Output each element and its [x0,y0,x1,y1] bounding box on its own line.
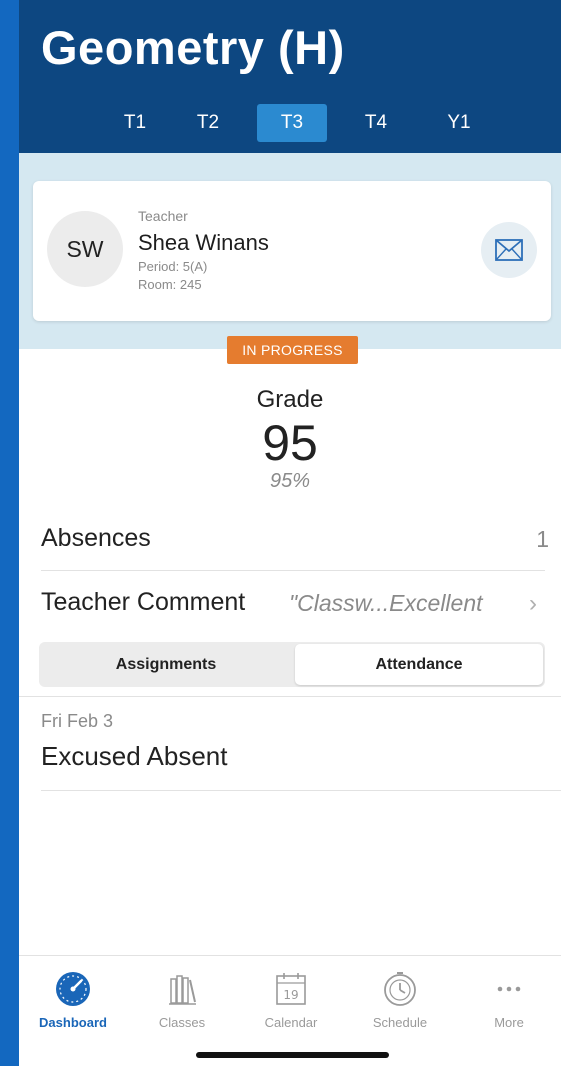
teacher-comment-preview[interactable]: "Classw...Excellent [289,590,521,617]
attendance-date: Fri Feb 3 [41,711,114,731]
teacher-avatar: SW [47,211,123,287]
app-screen: Geometry (H) T1 T2 T3 T4 Y1 SW Teacher S… [19,0,561,1066]
dashboard-icon [56,972,90,1006]
segment-assignments[interactable]: Assignments [41,644,291,685]
teacher-comment-label[interactable]: Teacher Comment [41,588,245,617]
tab-calendar[interactable]: 19 Calendar [246,964,336,1034]
teacher-card: SW Teacher Shea Winans Period: 5(A) Room… [33,181,551,321]
status-badge: IN PROGRESS [227,336,358,364]
teacher-role-label: Teacher [138,208,188,224]
grade-value: 95 [262,415,318,471]
tab-label: Dashboard [39,1015,107,1030]
segment-attendance[interactable]: Attendance [295,644,543,685]
tab-label: Classes [158,1015,206,1030]
teacher-period: Period: 5(A) [138,259,208,274]
classes-icon [169,975,196,1005]
absences-label: Absences [41,524,151,552]
tab-schedule[interactable]: Schedule [355,964,445,1034]
tab-t3[interactable]: T3 [257,104,327,142]
tab-y1[interactable]: Y1 [432,104,486,142]
teacher-name: Shea Winans [138,230,269,255]
tab-label: More [494,1015,524,1030]
bottom-tab-bar: Dashboard Classes 19 Calendar Schedule M… [19,955,561,1066]
tab-label: Schedule [372,1015,428,1030]
tab-t1[interactable]: T1 [108,104,162,142]
tab-t2[interactable]: T2 [181,104,235,142]
calendar-icon: 19 [276,973,306,1005]
teacher-room: Room: 245 [138,277,202,292]
absences-count: 1 [536,526,549,552]
divider [41,570,545,571]
attendance-status: Excused Absent [41,741,228,771]
tab-dashboard[interactable]: Dashboard [28,964,118,1034]
tab-more[interactable]: More [464,964,554,1034]
chevron-right-icon[interactable]: › [529,590,537,618]
view-segmented-control: Assignments Attendance [39,642,545,687]
email-teacher-button[interactable] [481,222,537,278]
home-indicator[interactable] [196,1052,389,1058]
calendar-day-number: 19 [283,988,298,1002]
tab-classes[interactable]: Classes [137,964,227,1034]
teacher-section: SW Teacher Shea Winans Period: 5(A) Room… [19,153,561,349]
grade-label: Grade [256,386,324,413]
more-icon [497,986,521,992]
divider [41,790,561,791]
class-header: Geometry (H) T1 T2 T3 T4 Y1 [19,0,561,153]
tab-t4[interactable]: T4 [349,104,403,142]
grade-percent: 95% [269,470,311,492]
mail-icon [495,239,523,261]
term-tabs: T1 T2 T3 T4 Y1 [19,104,561,142]
divider [19,696,561,697]
tab-label: Calendar [264,1015,318,1030]
page-title: Geometry (H) [41,21,345,74]
schedule-icon [384,972,416,1006]
